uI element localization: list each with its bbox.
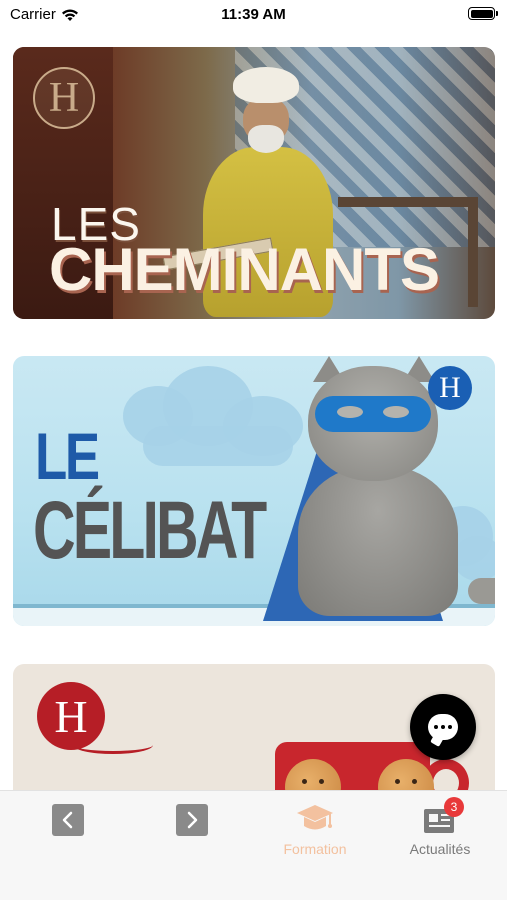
chat-bubble-icon — [428, 714, 458, 740]
tab-label: Formation — [283, 841, 347, 857]
brand-logo: H — [428, 366, 472, 410]
back-button[interactable] — [52, 804, 84, 836]
graduation-cap-icon — [295, 801, 335, 837]
chat-button[interactable] — [410, 694, 476, 760]
bottom-tab-bar: Formation 3 Actualités — [0, 790, 507, 900]
card-title-line1: LE — [35, 419, 100, 493]
tab-actualites[interactable]: 3 Actualités — [385, 797, 495, 857]
content-feed[interactable]: H LES CHEMINANTS H LE CÉLIBAT H — [0, 0, 507, 790]
news-icon: 3 — [420, 797, 464, 837]
course-card-cheminants[interactable]: H LES CHEMINANTS — [13, 47, 495, 319]
forward-button[interactable] — [176, 804, 208, 836]
chevron-right-icon — [187, 811, 198, 829]
course-card-celibat[interactable]: H LE CÉLIBAT — [13, 356, 495, 626]
logo-letter: H — [48, 75, 80, 121]
notification-badge: 3 — [444, 797, 464, 817]
brand-logo: H — [33, 67, 95, 129]
tab-formation[interactable]: Formation — [260, 801, 370, 857]
tab-label: Actualités — [409, 841, 471, 857]
card-title-line2: CÉLIBAT — [33, 485, 267, 576]
chevron-left-icon — [62, 811, 73, 829]
logo-swoosh — [73, 736, 153, 754]
logo-letter: H — [54, 690, 88, 742]
logo-letter: H — [439, 371, 461, 404]
card-title-line2: CHEMINANTS — [49, 236, 440, 303]
